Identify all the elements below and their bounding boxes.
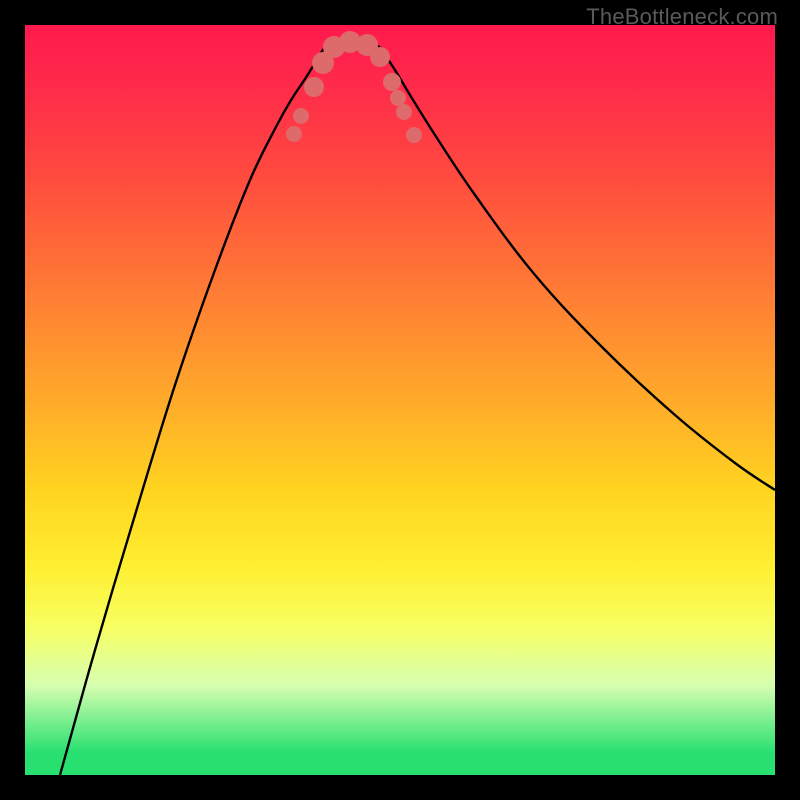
curve-layer — [60, 41, 775, 775]
curve-left-curve — [60, 47, 325, 775]
dot-7 — [370, 47, 390, 67]
dot-2 — [304, 77, 324, 97]
dots-layer — [286, 31, 422, 143]
chart-svg — [25, 25, 775, 775]
curve-right-curve — [380, 47, 775, 490]
dot-10 — [396, 104, 412, 120]
dot-9 — [390, 90, 406, 106]
dot-8 — [383, 73, 401, 91]
dot-1 — [293, 108, 309, 124]
watermark-text: TheBottleneck.com — [586, 4, 778, 30]
dot-11 — [406, 127, 422, 143]
dot-0 — [286, 126, 302, 142]
